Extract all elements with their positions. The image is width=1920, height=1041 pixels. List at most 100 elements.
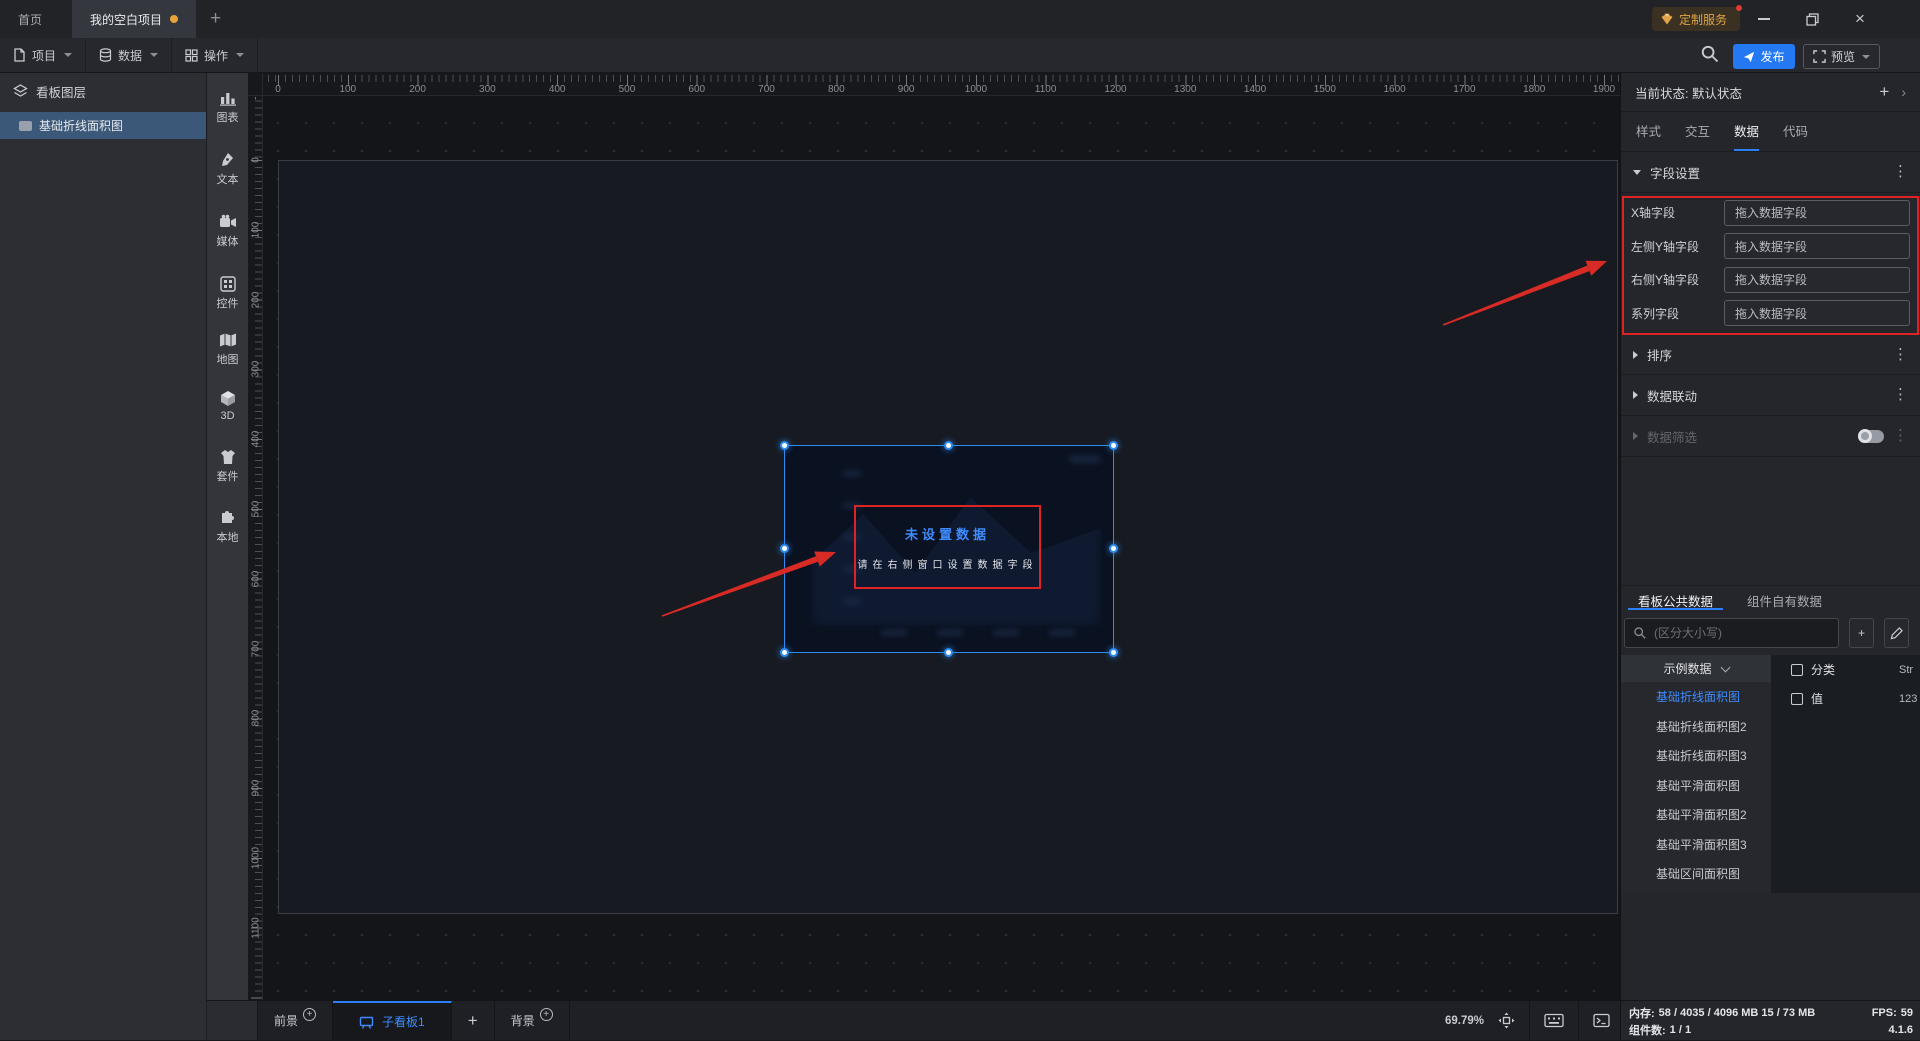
checkbox-icon[interactable] — [1791, 663, 1803, 676]
kebab-menu-icon[interactable]: ⋮ — [1893, 428, 1908, 443]
kebab-menu-icon[interactable]: ⋮ — [1893, 164, 1908, 179]
h-ruler-label: 1500 — [1313, 84, 1336, 95]
preview-label: 预览 — [1830, 50, 1855, 64]
widget-text[interactable]: 文本 — [207, 152, 248, 196]
tab-project[interactable]: 我的空白项目 — [72, 0, 197, 38]
resize-handle-e[interactable] — [1109, 544, 1118, 553]
widget-3d[interactable]: 3D — [207, 390, 248, 434]
console-button[interactable] — [1593, 1013, 1610, 1028]
add-background-icon[interactable]: + — [539, 1008, 553, 1021]
kebab-menu-icon[interactable]: ⋮ — [1893, 387, 1908, 402]
resize-handle-n[interactable] — [944, 441, 953, 450]
triangle-down-icon — [1633, 169, 1641, 175]
expand-states-button[interactable]: › — [1901, 84, 1906, 100]
data-search-input[interactable] — [1654, 626, 1830, 640]
resize-handle-w[interactable] — [780, 544, 789, 553]
background-button[interactable]: 背景 + — [495, 1001, 570, 1040]
menu-project[interactable]: 项目 — [0, 37, 87, 73]
resize-handle-sw[interactable] — [780, 648, 789, 657]
puzzle-icon — [222, 511, 234, 523]
tab-home[interactable]: 首页 — [0, 0, 60, 38]
add-dataset-button[interactable]: + — [1849, 618, 1874, 648]
shortcut-keys-button[interactable] — [1544, 1013, 1564, 1028]
new-tab-button[interactable]: + — [196, 0, 235, 38]
widget-media[interactable]: 媒体 — [207, 214, 248, 258]
add-foreground-icon[interactable]: + — [303, 1008, 317, 1021]
layers-panel: 看板图层 基础折线面积图 — [0, 73, 207, 1040]
dataset-dropdown[interactable]: 示例数据 — [1621, 655, 1771, 682]
resize-handle-ne[interactable] — [1109, 441, 1118, 450]
foreground-button[interactable]: 前景 + — [258, 1001, 334, 1040]
tab-public-data[interactable]: 看板公共数据 — [1628, 586, 1724, 610]
preview-button[interactable]: 预览 — [1803, 44, 1880, 69]
h-ruler-label: 1300 — [1174, 84, 1197, 95]
resize-handle-s[interactable] — [944, 648, 953, 657]
v-ruler-label: 600 — [250, 570, 262, 588]
fit-screen-button[interactable] — [1498, 1012, 1515, 1029]
no-data-subtitle: 请在右侧窗口设置数据字段 — [857, 559, 1038, 571]
chart-placeholder: 未设置数据 请在右侧窗口设置数据字段 — [785, 446, 1113, 652]
field-name: 值 — [1811, 692, 1824, 706]
add-board-button[interactable]: + — [452, 1001, 495, 1040]
widget-local[interactable]: 本地 — [207, 509, 248, 553]
selected-component[interactable]: 未设置数据 请在右侧窗口设置数据字段 — [780, 441, 1118, 657]
dataset-item[interactable]: 基础折线面积图3 — [1621, 741, 1771, 771]
tab-style[interactable]: 样式 — [1636, 121, 1661, 151]
data-search-box[interactable] — [1624, 618, 1839, 648]
dataset-item[interactable]: 基础折线面积图2 — [1621, 712, 1771, 742]
checkbox-icon[interactable] — [1791, 692, 1803, 705]
custom-service-badge[interactable]: 定制服务 — [1652, 5, 1742, 31]
grid-icon — [185, 48, 198, 62]
inspector-panel: 当前状态: 默认状态 + › 样式 交互 数据 代码 字段设置 ⋮ X轴字段 拖… — [1620, 73, 1920, 1040]
dataset-item[interactable]: 基础平滑面积图2 — [1621, 800, 1771, 830]
terminal-icon — [1593, 1013, 1610, 1028]
widget-controls[interactable]: 控件 — [207, 276, 248, 320]
close-button[interactable]: × — [1838, 0, 1882, 38]
tab-interaction[interactable]: 交互 — [1685, 121, 1710, 151]
menubar: 项目 数据 操作 — [0, 37, 1920, 73]
field-settings-header[interactable]: 字段设置 ⋮ — [1621, 152, 1920, 193]
x-axis-drop-zone[interactable]: 拖入数据字段 — [1724, 199, 1910, 226]
search-button[interactable] — [1700, 44, 1720, 64]
tab-code[interactable]: 代码 — [1783, 121, 1808, 151]
h-ruler-label: 1200 — [1104, 84, 1127, 95]
h-ruler-label: 1900 — [1592, 84, 1616, 95]
link-section-header[interactable]: 数据联动 ⋮ — [1621, 375, 1920, 416]
sort-section-header[interactable]: 排序 ⋮ — [1621, 334, 1920, 375]
restore-button[interactable] — [1790, 0, 1834, 38]
field-type: 123 — [1899, 692, 1918, 705]
series-drop-zone[interactable]: 拖入数据字段 — [1724, 300, 1910, 327]
tab-own-data[interactable]: 组件自有数据 — [1737, 586, 1832, 610]
resize-handle-se[interactable] — [1109, 648, 1118, 657]
publish-button[interactable]: 发布 — [1733, 44, 1795, 69]
kebab-menu-icon[interactable]: ⋮ — [1893, 347, 1908, 362]
h-ruler: 0 100 200 300 400 500 600 700 800 900 1000 1100 1200… — [263, 73, 1620, 96]
dataset-item[interactable]: 基础折线面积图 — [1621, 682, 1771, 712]
menu-data[interactable]: 数据 — [86, 37, 173, 73]
filter-section-header[interactable]: 数据筛选 ⋮ — [1621, 416, 1920, 457]
field-list-row-category[interactable]: 分类 Str — [1771, 655, 1920, 684]
h-ruler-label: 1600 — [1383, 84, 1406, 95]
add-state-button[interactable]: + — [1867, 82, 1901, 102]
menu-operations[interactable]: 操作 — [172, 37, 259, 73]
widget-map[interactable]: 地图 — [207, 332, 248, 376]
subboard-tab[interactable]: 子看板1 — [333, 1001, 452, 1040]
filter-toggle-off[interactable] — [1858, 429, 1884, 443]
resize-handle-nw[interactable] — [780, 441, 789, 450]
right-y-axis-drop-zone[interactable]: 拖入数据字段 — [1724, 266, 1910, 293]
bottom-bar-lead — [207, 1001, 258, 1040]
dataset-item[interactable]: 基础平滑面积图3 — [1621, 830, 1771, 860]
minimize-button[interactable] — [1742, 0, 1786, 38]
widget-charts[interactable]: 图表 — [207, 90, 248, 134]
edit-dataset-button[interactable] — [1884, 618, 1909, 648]
dataset-item[interactable]: 基础平滑面积图 — [1621, 771, 1771, 801]
field-list-row-value[interactable]: 值 123 — [1771, 684, 1920, 713]
left-y-axis-drop-zone[interactable]: 拖入数据字段 — [1724, 233, 1910, 260]
tab-data[interactable]: 数据 — [1734, 121, 1760, 151]
dataset-item[interactable]: 基础区间面积图 — [1621, 859, 1771, 889]
layers-icon — [13, 84, 28, 97]
layer-item-basic-line-area[interactable]: 基础折线面积图 — [0, 112, 206, 139]
widget-kit[interactable]: 套件 — [207, 449, 248, 493]
layers-panel-header: 看板图层 — [0, 73, 206, 110]
canvas-area[interactable]: 未设置数据 请在右侧窗口设置数据字段 — [263, 96, 1620, 1000]
